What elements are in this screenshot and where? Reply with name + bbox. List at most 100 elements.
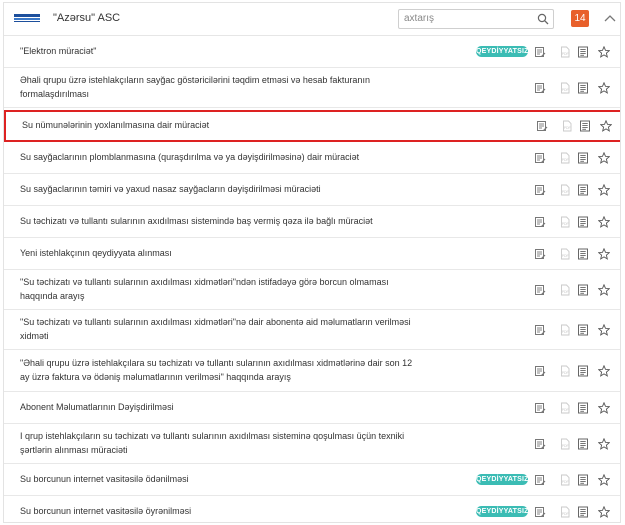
pdf-file-icon[interactable]: PDF: [559, 473, 571, 486]
svg-text:PDF: PDF: [562, 158, 569, 162]
list-item[interactable]: "Su təchizatı və tullantı sularının axıd…: [4, 310, 620, 350]
star-icon[interactable]: [599, 119, 613, 132]
edit-document-icon[interactable]: [534, 215, 546, 227]
list-document-icon[interactable]: [577, 45, 589, 58]
svg-text:PDF: PDF: [562, 512, 569, 516]
service-title[interactable]: "Elektron müraciət": [20, 44, 420, 58]
pdf-file-icon[interactable]: PDF: [559, 215, 571, 228]
pdf-file-icon[interactable]: PDF: [559, 45, 571, 58]
services-panel: "Azərsu" ASC 14 "Elektron müraciət" QEYDİ…: [3, 2, 621, 523]
star-icon[interactable]: [597, 81, 611, 94]
edit-document-icon[interactable]: [534, 364, 546, 376]
star-icon[interactable]: [597, 183, 611, 196]
svg-text:PDF: PDF: [562, 222, 569, 226]
edit-document-icon[interactable]: [534, 247, 546, 259]
list-item[interactable]: Yeni istehlakçının qeydiyyata alınması PD…: [4, 238, 620, 270]
service-title[interactable]: Abonent Məlumatlarının Dəyişdirilməsi: [20, 400, 420, 414]
list-document-icon[interactable]: [577, 81, 589, 94]
svg-text:PDF: PDF: [562, 290, 569, 294]
pdf-file-icon[interactable]: PDF: [559, 151, 571, 164]
search-box[interactable]: [398, 9, 554, 29]
service-title[interactable]: Su borcunun internet vasitəsilə ödənilmə…: [20, 472, 420, 486]
list-document-icon[interactable]: [579, 119, 591, 132]
pdf-file-icon[interactable]: PDF: [559, 283, 571, 296]
pdf-file-icon[interactable]: PDF: [561, 119, 573, 132]
list-item[interactable]: Su sayğaclarının təmiri və yaxud nasaz s…: [4, 174, 620, 206]
list-document-icon[interactable]: [577, 505, 589, 518]
list-document-icon[interactable]: [577, 323, 589, 336]
header: "Azərsu" ASC 14: [4, 3, 620, 36]
list-document-icon[interactable]: [577, 437, 589, 450]
pdf-file-icon[interactable]: PDF: [559, 323, 571, 336]
list-item[interactable]: I qrup istehlakçıların su təchizatı və t…: [4, 424, 620, 464]
service-title[interactable]: Yeni istehlakçının qeydiyyata alınması: [20, 246, 420, 260]
pdf-file-icon[interactable]: PDF: [559, 401, 571, 414]
svg-text:PDF: PDF: [562, 444, 569, 448]
service-title[interactable]: Əhali qrupu üzrə istehlakçıların sayğac …: [20, 73, 420, 101]
edit-document-icon[interactable]: [534, 437, 546, 449]
list-document-icon[interactable]: [577, 151, 589, 164]
edit-document-icon[interactable]: [534, 473, 546, 485]
service-title[interactable]: Su borcunun internet vasitəsilə öyrənilm…: [20, 504, 420, 518]
search-input[interactable]: [404, 13, 524, 24]
service-title[interactable]: "Su təchizatı və tullantı sularının axıd…: [20, 275, 420, 303]
pdf-file-icon[interactable]: PDF: [559, 183, 571, 196]
star-icon[interactable]: [597, 505, 611, 518]
list-document-icon[interactable]: [577, 364, 589, 377]
edit-document-icon[interactable]: [534, 283, 546, 295]
star-icon[interactable]: [597, 364, 611, 377]
list-item[interactable]: Su borcunun internet vasitəsilə ödənilmə…: [4, 464, 620, 496]
pdf-file-icon[interactable]: PDF: [559, 364, 571, 377]
service-title[interactable]: "Su təchizatı və tullantı sularının axıd…: [20, 315, 420, 343]
list-document-icon[interactable]: [577, 473, 589, 486]
star-icon[interactable]: [597, 247, 611, 260]
star-icon[interactable]: [597, 151, 611, 164]
list-document-icon[interactable]: [577, 183, 589, 196]
star-icon[interactable]: [597, 323, 611, 336]
svg-text:PDF: PDF: [562, 254, 569, 258]
service-title[interactable]: "Əhali qrupu üzrə istehlakçılara su təch…: [20, 356, 420, 384]
pdf-file-icon[interactable]: PDF: [559, 505, 571, 518]
chevron-up-icon[interactable]: [604, 13, 616, 23]
list-item[interactable]: "Əhali qrupu üzrə istehlakçılara su təch…: [4, 350, 620, 392]
search-icon[interactable]: [537, 13, 549, 25]
pdf-file-icon[interactable]: PDF: [559, 81, 571, 94]
star-icon[interactable]: [597, 437, 611, 450]
edit-document-icon[interactable]: [534, 183, 546, 195]
unregistered-badge: QEYDİYYATSIZ: [476, 474, 529, 485]
service-title[interactable]: Su sayğaclarının təmiri və yaxud nasaz s…: [20, 182, 420, 196]
list-item[interactable]: Su sayğaclarının plomblanmasına (quraşdı…: [4, 142, 620, 174]
edit-document-icon[interactable]: [534, 151, 546, 163]
svg-text:PDF: PDF: [562, 408, 569, 412]
list-item[interactable]: Su borcunun internet vasitəsilə öyrənilm…: [4, 496, 620, 522]
list-item[interactable]: Su təchizatı və tullantı sularının axıdı…: [4, 206, 620, 238]
edit-document-icon[interactable]: [536, 119, 548, 131]
list-document-icon[interactable]: [577, 283, 589, 296]
star-icon[interactable]: [597, 215, 611, 228]
edit-document-icon[interactable]: [534, 505, 546, 517]
list-item[interactable]: "Su təchizatı və tullantı sularının axıd…: [4, 270, 620, 310]
list-document-icon[interactable]: [577, 215, 589, 228]
service-title[interactable]: Su sayğaclarının plomblanmasına (quraşdı…: [20, 150, 420, 164]
service-title[interactable]: Su təchizatı və tullantı sularının axıdı…: [20, 214, 420, 228]
star-icon[interactable]: [597, 45, 611, 58]
azersu-logo-icon: [14, 14, 40, 23]
notification-badge[interactable]: 14: [571, 10, 589, 27]
edit-document-icon[interactable]: [534, 323, 546, 335]
list-item[interactable]: Su nümunələrinin yoxlanılmasına dair mür…: [4, 110, 620, 142]
edit-document-icon[interactable]: [534, 401, 546, 413]
star-icon[interactable]: [597, 473, 611, 486]
list-item[interactable]: Əhali qrupu üzrə istehlakçıların sayğac …: [4, 68, 620, 108]
edit-document-icon[interactable]: [534, 45, 546, 57]
list-document-icon[interactable]: [577, 401, 589, 414]
service-title[interactable]: Su nümunələrinin yoxlanılmasına dair mür…: [22, 118, 422, 132]
list-item[interactable]: "Elektron müraciət" QEYDİYYATSIZ PDF: [4, 36, 620, 68]
list-item[interactable]: Abonent Məlumatlarının Dəyişdirilməsi PDF: [4, 392, 620, 424]
list-document-icon[interactable]: [577, 247, 589, 260]
star-icon[interactable]: [597, 283, 611, 296]
pdf-file-icon[interactable]: PDF: [559, 437, 571, 450]
pdf-file-icon[interactable]: PDF: [559, 247, 571, 260]
star-icon[interactable]: [597, 401, 611, 414]
service-title[interactable]: I qrup istehlakçıların su təchizatı və t…: [20, 429, 420, 457]
edit-document-icon[interactable]: [534, 81, 546, 93]
